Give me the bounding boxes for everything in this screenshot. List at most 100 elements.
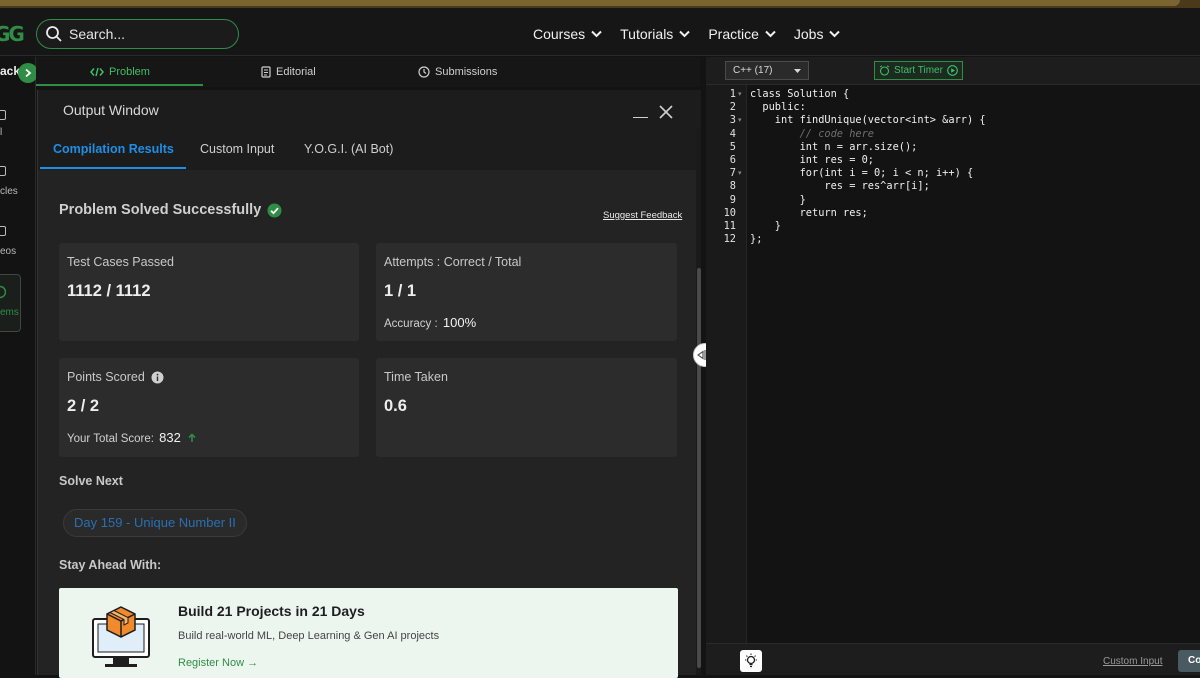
compile-run-button[interactable]: Co bbox=[1178, 650, 1200, 672]
search-box[interactable] bbox=[36, 19, 239, 49]
nav-practice[interactable]: Practice bbox=[708, 26, 776, 42]
output-window-title: Output Window bbox=[63, 102, 159, 118]
code-line[interactable]: public: bbox=[750, 101, 805, 114]
code-line[interactable]: res = res^arr[i]; bbox=[750, 180, 929, 193]
chevron-right-icon bbox=[25, 68, 32, 78]
tab-custom-input[interactable]: Custom Input bbox=[200, 142, 274, 156]
accuracy-row: Accuracy : 100% bbox=[384, 315, 476, 330]
main-nav: Courses Tutorials Practice Jobs bbox=[533, 26, 841, 42]
line-number: 1 bbox=[729, 88, 736, 100]
hint-button[interactable] bbox=[740, 650, 762, 672]
top-navbar: GG Courses Tutorials Practice Jobs bbox=[0, 8, 1200, 56]
attempts-card: Attempts : Correct / Total 1 / 1 Accurac… bbox=[376, 243, 677, 341]
caret-down-icon bbox=[794, 69, 801, 73]
points-card: Points Scored 2 / 2 Your Total Score: 83… bbox=[59, 358, 359, 457]
fold-caret-icon[interactable]: ▾ bbox=[738, 116, 742, 124]
fold-caret-icon[interactable]: ▾ bbox=[738, 169, 742, 177]
nav-tutorials[interactable]: Tutorials bbox=[620, 26, 691, 42]
sidebar-icon bbox=[0, 226, 6, 236]
info-icon[interactable] bbox=[151, 371, 164, 384]
editor-footer: Custom Input Co bbox=[706, 643, 1200, 675]
code-line[interactable]: } bbox=[750, 194, 806, 207]
total-score-row: Your Total Score: 832 bbox=[67, 430, 197, 445]
code-line[interactable]: }; bbox=[750, 233, 762, 246]
tab-compilation-results[interactable]: Compilation Results bbox=[53, 142, 174, 156]
custom-input-link[interactable]: Custom Input bbox=[1103, 656, 1162, 667]
line-number: 7 bbox=[729, 167, 736, 180]
monitor-box-icon bbox=[92, 606, 150, 667]
sidebar-icon bbox=[0, 110, 6, 120]
tab-submissions[interactable]: Submissions bbox=[418, 57, 497, 87]
minimize-icon[interactable] bbox=[633, 117, 648, 118]
nav-courses[interactable]: Courses bbox=[533, 26, 602, 42]
code-line[interactable]: class Solution { bbox=[750, 88, 849, 101]
code-line[interactable]: for(int i = 0; i < n; i++) { bbox=[750, 167, 974, 180]
site-logo[interactable]: GG bbox=[0, 22, 25, 46]
sidebar-item-active[interactable] bbox=[0, 274, 21, 332]
line-number: 5 bbox=[729, 140, 736, 153]
nav-jobs[interactable]: Jobs bbox=[794, 26, 841, 42]
line-number: 3 bbox=[729, 114, 736, 127]
solve-next-chip[interactable]: Day 159 - Unique Number II bbox=[63, 509, 247, 537]
back-label[interactable]: ack bbox=[0, 64, 20, 78]
tab-yogi-ai-bot[interactable]: Y.O.G.I. (AI Bot) bbox=[304, 142, 393, 156]
sidebar-item-label[interactable]: ems bbox=[0, 307, 19, 318]
code-line[interactable]: return res; bbox=[750, 207, 868, 220]
back-button[interactable] bbox=[18, 63, 38, 83]
alarm-clock-icon bbox=[879, 65, 890, 76]
language-select[interactable]: C++ (17) bbox=[725, 61, 809, 80]
code-line[interactable]: int n = arr.size(); bbox=[750, 141, 918, 154]
total-score-label: Your Total Score: bbox=[67, 433, 154, 445]
promo-banner[interactable]: Build 21 Projects in 21 Days Build real-… bbox=[59, 588, 678, 678]
tab-editorial[interactable]: Editorial bbox=[261, 57, 316, 87]
active-tab-indicator bbox=[36, 84, 203, 86]
sidebar-item-label[interactable]: eos bbox=[0, 246, 16, 257]
line-number: 6 bbox=[729, 154, 736, 166]
register-now-link[interactable]: Register Now → bbox=[178, 657, 258, 669]
card-value: 0.6 bbox=[384, 397, 407, 415]
line-number: 2 bbox=[729, 101, 736, 114]
card-value: 1112 / 1112 bbox=[67, 282, 151, 300]
editor-toolbar: C++ (17) Start Timer bbox=[706, 57, 1200, 85]
card-label: Time Taken bbox=[384, 370, 448, 384]
code-line[interactable]: int findUnique(vector<int> &arr) { bbox=[750, 114, 986, 127]
tab-problem[interactable]: Problem bbox=[90, 57, 150, 87]
output-window-header: Output Window bbox=[38, 90, 701, 128]
line-number: 12 bbox=[723, 233, 736, 246]
code-line[interactable]: } bbox=[750, 220, 781, 233]
clock-icon bbox=[418, 66, 430, 78]
chevron-down-icon bbox=[679, 30, 691, 38]
promo-description: Build real-world ML, Deep Learning & Gen… bbox=[178, 630, 440, 642]
suggest-feedback-link[interactable]: Suggest Feedback bbox=[603, 210, 682, 221]
search-icon bbox=[46, 26, 62, 42]
arrow-up-icon bbox=[188, 433, 196, 442]
browser-address-bar bbox=[0, 0, 1180, 6]
nav-label: Tutorials bbox=[620, 26, 674, 42]
start-timer-button[interactable]: Start Timer bbox=[874, 61, 963, 80]
line-number: 4 bbox=[729, 127, 736, 140]
code-line[interactable]: // code here bbox=[750, 128, 874, 141]
accuracy-value: 100% bbox=[442, 315, 477, 330]
card-label: Test Cases Passed bbox=[67, 255, 174, 269]
close-icon[interactable] bbox=[658, 104, 674, 120]
lightbulb-icon bbox=[745, 653, 757, 668]
card-value: 1 / 1 bbox=[384, 282, 417, 300]
time-card: Time Taken 0.6 bbox=[376, 358, 677, 457]
circle-icon bbox=[0, 285, 6, 299]
search-input[interactable] bbox=[69, 26, 229, 42]
code-line[interactable]: int res = 0; bbox=[750, 154, 874, 167]
nav-label: Courses bbox=[533, 26, 586, 42]
status-message: Problem Solved Successfully bbox=[59, 202, 282, 218]
sidebar-icon bbox=[0, 166, 6, 176]
chevron-down-icon bbox=[765, 30, 776, 38]
fold-caret-icon[interactable]: ▾ bbox=[738, 90, 742, 98]
sidebar-item-label[interactable]: cles bbox=[0, 186, 18, 197]
nav-label: Jobs bbox=[793, 26, 824, 42]
sidebar-item-label[interactable]: l bbox=[0, 127, 2, 138]
play-circle-icon bbox=[947, 65, 958, 76]
line-number: 8 bbox=[729, 180, 736, 193]
timer-label: Start Timer bbox=[894, 65, 943, 76]
document-icon bbox=[261, 66, 271, 78]
card-label: Attempts : Correct / Total bbox=[384, 255, 522, 269]
scrollbar-thumb[interactable] bbox=[697, 268, 701, 668]
